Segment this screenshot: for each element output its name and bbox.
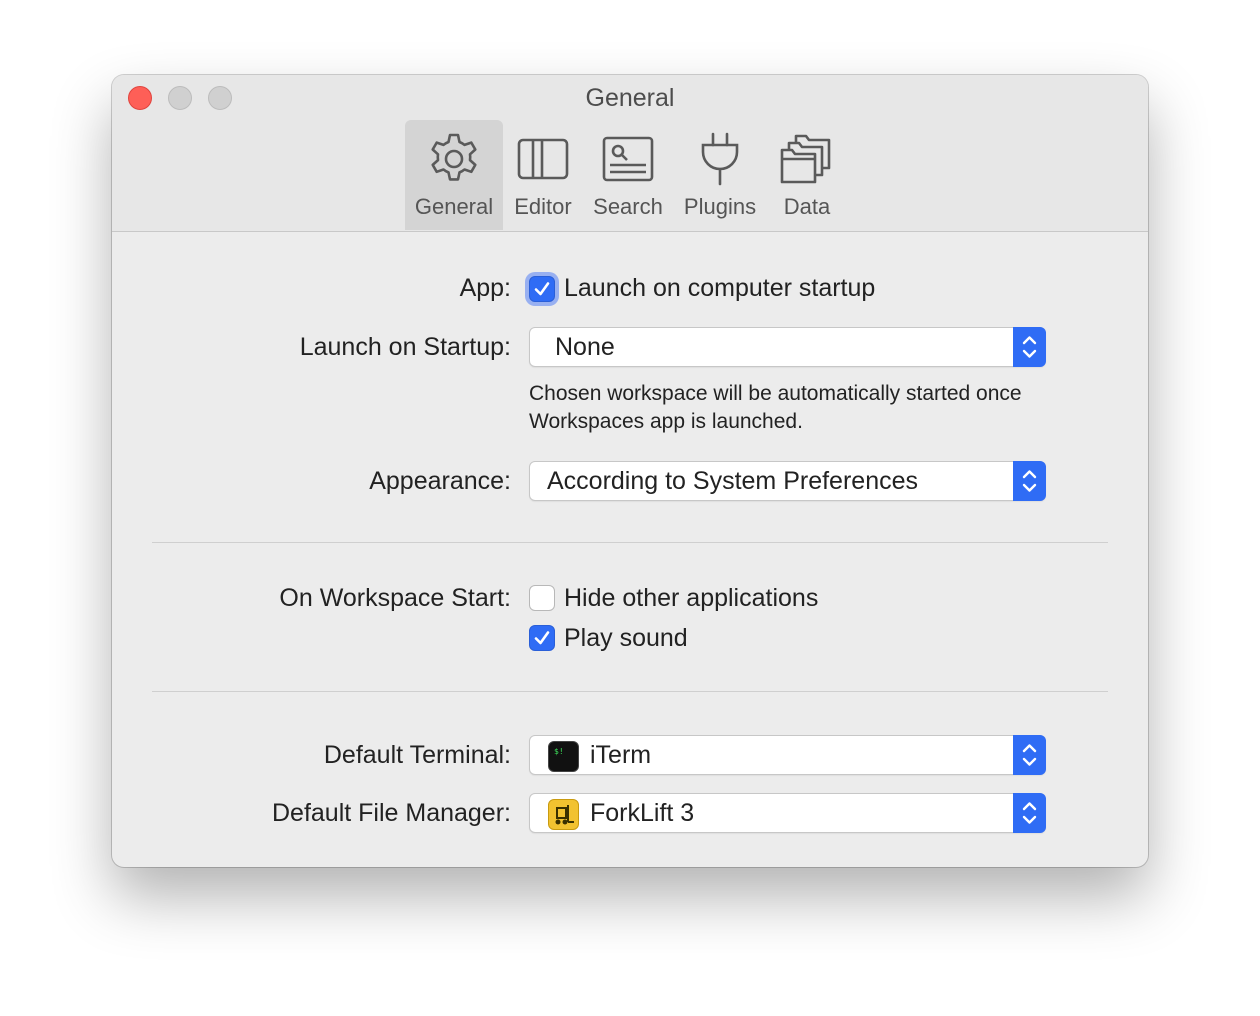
checkmark-icon <box>534 631 550 645</box>
section-divider <box>152 691 1108 692</box>
columns-icon <box>503 132 583 186</box>
tab-general-label: General <box>414 194 494 219</box>
plug-icon <box>673 132 767 186</box>
default-file-manager-popup[interactable]: ForkLift 3 <box>529 793 1046 833</box>
tab-plugins-label: Plugins <box>683 194 757 219</box>
appearance-value: According to System Preferences <box>547 467 918 495</box>
gear-icon <box>405 132 503 186</box>
launch-on-startup-checkbox[interactable] <box>529 276 555 302</box>
svg-text:$!: $! <box>554 747 564 756</box>
tab-editor[interactable]: Editor <box>503 120 583 230</box>
appearance-label: Appearance: <box>369 467 511 495</box>
default-file-manager-value: ForkLift 3 <box>590 799 695 827</box>
play-sound-checkbox[interactable] <box>529 625 555 651</box>
preferences-window: General General Editor Search Plugins Da… <box>112 75 1148 867</box>
tab-data[interactable]: Data <box>767 120 847 230</box>
default-terminal-value: iTerm <box>590 741 652 769</box>
launch-on-startup-setting-label: Launch on Startup: <box>299 333 511 361</box>
default-file-manager-label: Default File Manager: <box>271 799 511 827</box>
updown-chevron-icon <box>1013 327 1046 367</box>
appearance-popup[interactable]: According to System Preferences <box>529 461 1046 501</box>
default-terminal-label: Default Terminal: <box>323 741 511 769</box>
titlebar: General General Editor Search Plugins Da… <box>112 75 1148 232</box>
tab-general[interactable]: General <box>405 120 503 230</box>
folders-icon <box>767 132 847 186</box>
launch-on-startup-help-line1: Chosen workspace will be automatically s… <box>529 382 1022 405</box>
default-terminal-popup[interactable]: $! iTerm <box>529 735 1046 775</box>
workspace-start-label: On Workspace Start: <box>279 584 511 612</box>
app-label: App: <box>459 274 511 302</box>
tab-search[interactable]: Search <box>583 120 673 230</box>
hide-other-apps-label[interactable]: Hide other applications <box>564 584 818 613</box>
window-title: General <box>585 84 675 112</box>
launch-on-startup-value: None <box>555 333 615 361</box>
forklift-icon <box>548 799 579 830</box>
iterm-icon: $! <box>548 741 579 772</box>
hide-other-apps-checkbox[interactable] <box>529 585 555 611</box>
launch-on-startup-help-line2: Workspaces app is launched. <box>529 410 803 433</box>
checkmark-icon <box>534 282 550 296</box>
launch-on-startup-popup[interactable]: None <box>529 327 1046 367</box>
launch-on-startup-label[interactable]: Launch on computer startup <box>564 274 875 303</box>
tab-data-label: Data <box>783 194 831 219</box>
section-divider <box>152 542 1108 543</box>
tab-search-label: Search <box>593 194 663 219</box>
tab-plugins[interactable]: Plugins <box>673 120 767 230</box>
updown-chevron-icon <box>1013 793 1046 833</box>
search-panel-icon <box>583 132 673 186</box>
tab-editor-label: Editor <box>514 194 572 219</box>
updown-chevron-icon <box>1013 461 1046 501</box>
play-sound-label[interactable]: Play sound <box>564 624 688 653</box>
updown-chevron-icon <box>1013 735 1046 775</box>
